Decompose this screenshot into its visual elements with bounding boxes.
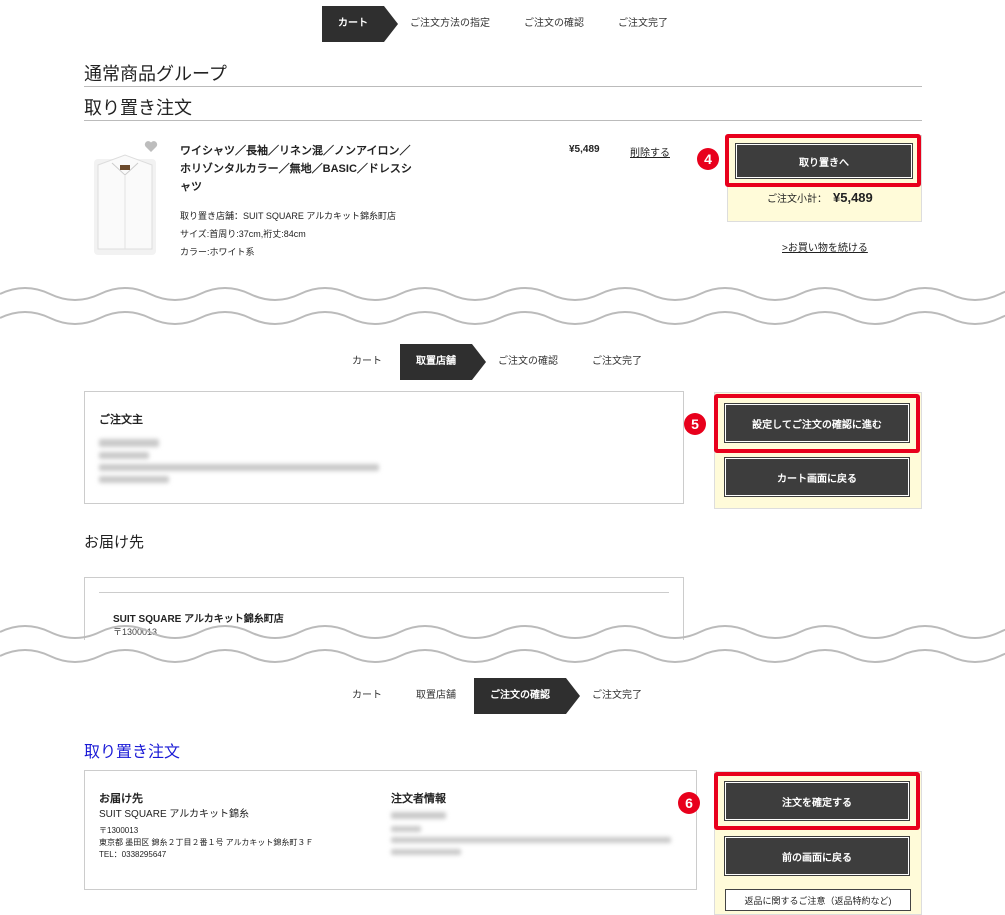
blurred-text: [99, 452, 149, 459]
returns-notice-button[interactable]: 返品に関するご注意（返品特約など): [725, 889, 911, 911]
wave-separator: [0, 287, 1005, 325]
product-price: ¥5,489: [569, 144, 600, 155]
delete-link[interactable]: 削除する: [630, 144, 670, 159]
step-order-complete: ご注文完了: [592, 690, 642, 701]
blurred-text: [391, 812, 446, 819]
blurred-text: [391, 837, 671, 843]
address: 東京都 墨田区 錦糸２丁目２番１号 アルカキット錦糸町３Ｆ: [99, 838, 314, 847]
group-title: 通常商品グループ: [84, 64, 227, 84]
step-order-complete: ご注文完了: [618, 18, 668, 29]
step-number-badge: 4: [697, 148, 719, 170]
subtotal-label: ご注文小計：: [767, 194, 827, 205]
blurred-text: [391, 849, 461, 855]
section-title: 取り置き注文: [84, 744, 181, 761]
product-store: 取り置き店舗：SUIT SQUARE アルカキット錦糸町店: [180, 211, 396, 221]
step-order-confirm: ご注文の確認: [524, 18, 584, 29]
place-order-button[interactable]: 注文を確定する: [724, 781, 910, 821]
telephone: TEL：0338295647: [99, 850, 167, 859]
step-cart: カート: [352, 690, 382, 701]
step-store: 取置店舗: [400, 344, 486, 380]
step-bar-1: カート ご注文方法の指定 ご注文の確認 ご注文完了: [322, 6, 680, 42]
blurred-text: [99, 464, 379, 471]
product-name[interactable]: ワイシャツ／長袖／リネン混／ノンアイロン／ホリゾンタルカラー／無地／BASIC／…: [180, 142, 420, 196]
divider: [84, 120, 922, 121]
confirm-proceed-button[interactable]: 設定してご注文の確認に進む: [724, 403, 910, 443]
orderer-title: ご注文主: [99, 414, 143, 426]
subtotal-value: ¥5,489: [833, 190, 873, 205]
reserve-button[interactable]: 取り置きへ: [735, 143, 913, 179]
divider: [99, 592, 669, 593]
step-order-method: ご注文方法の指定: [410, 18, 490, 29]
continue-shopping-link[interactable]: >お買い物を続ける: [782, 239, 868, 254]
step-order-confirm: ご注文の確認: [474, 678, 580, 714]
orderer-panel: [84, 391, 684, 504]
step-order-confirm: ご注文の確認: [498, 356, 558, 367]
delivery-title: お届け先: [84, 534, 145, 551]
subtotal: ご注文小計： ¥5,489: [767, 190, 873, 205]
step-order-complete: ご注文完了: [592, 356, 642, 367]
step-store: 取置店舗: [416, 690, 456, 701]
delivery-title: お届け先: [99, 793, 143, 805]
favorite-heart-icon[interactable]: [144, 140, 158, 154]
step-bar-2: カート 取置店舗 ご注文の確認 ご注文完了: [340, 344, 654, 380]
section-title: 取り置き注文: [84, 98, 192, 118]
step-bar-3: カート 取置店舗 ご注文の確認 ご注文完了: [340, 678, 654, 714]
product-image[interactable]: [90, 145, 160, 257]
product-size: サイズ:首周り:37cm,裄丈:84cm: [180, 229, 306, 239]
blurred-text: [99, 439, 159, 447]
step-number-badge: 5: [684, 413, 706, 435]
divider: [84, 86, 922, 87]
store-name: SUIT SQUARE アルカキット錦糸: [99, 809, 249, 820]
orderer-info-title: 注文者情報: [391, 793, 446, 805]
blurred-text: [391, 826, 421, 832]
product-color: カラー:ホワイト系: [180, 247, 255, 257]
step-cart: カート: [322, 6, 398, 42]
back-to-cart-button[interactable]: カート画面に戻る: [724, 457, 910, 497]
postal-code: 〒1300013: [99, 826, 139, 835]
previous-screen-button[interactable]: 前の画面に戻る: [724, 836, 910, 876]
step-cart: カート: [352, 356, 382, 367]
step-number-badge: 6: [678, 792, 700, 814]
wave-separator: [0, 625, 1005, 668]
blurred-text: [99, 476, 169, 483]
